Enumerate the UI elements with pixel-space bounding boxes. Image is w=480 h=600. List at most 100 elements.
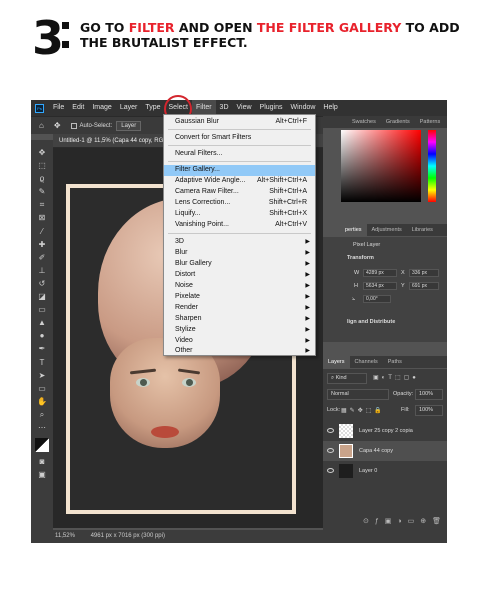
layer-actions-icons[interactable]: ⊙ƒ▣◑▭⊕🗑 [363, 517, 447, 525]
menu-item-label: Blur Gallery [175, 260, 212, 267]
lock-label: Lock: [327, 407, 341, 413]
submenu-arrow-icon: ▶ [305, 338, 310, 344]
eraser-tool-icon[interactable]: ◪ [37, 292, 47, 302]
gradient-tool-icon[interactable]: ▭ [37, 305, 47, 315]
screen-mode-icon[interactable]: ▣ [37, 470, 47, 480]
layer-filter-dropdown[interactable]: ⌕ Kind [327, 373, 367, 384]
x-field[interactable]: 336 px [409, 269, 439, 277]
width-field[interactable]: 4289 px [363, 269, 397, 277]
move-tool-icon[interactable]: ✥ [54, 121, 61, 130]
lasso-tool-icon[interactable]: ϱ [37, 174, 47, 184]
color-picker-field[interactable] [341, 130, 421, 202]
frame-tool-icon[interactable]: ⊠ [37, 213, 47, 223]
brush-tool-icon[interactable]: ✐ [37, 253, 47, 263]
menu-item-video[interactable]: Video ▶ [164, 336, 315, 347]
blend-mode-dropdown[interactable]: Normal [327, 389, 389, 400]
layer-row[interactable]: Layer 0 [323, 461, 447, 481]
menu-item-adaptive-wide-angle[interactable]: Adaptive Wide Angle... Alt+Shift+Ctrl+A [164, 176, 315, 187]
menu-item-lens-correction[interactable]: Lens Correction... Shift+Ctrl+R [164, 198, 315, 209]
menu-item-other[interactable]: Other ▶ [164, 346, 315, 357]
auto-select-dropdown[interactable]: Layer [116, 120, 142, 131]
menu-item-blur-gallery[interactable]: Blur Gallery ▶ [164, 259, 315, 270]
menu-file[interactable]: File [49, 100, 68, 116]
menu-item-label: Distort [175, 271, 196, 278]
auto-select-checkbox[interactable] [70, 122, 77, 129]
zoom-level[interactable]: 11,52% [55, 533, 75, 539]
height-label: H [354, 283, 358, 289]
dodge-tool-icon[interactable]: ● [37, 331, 47, 341]
menu-item-filter-gallery[interactable]: Filter Gallery... [164, 165, 315, 176]
lock-icons[interactable]: ▦✎✥⬚🔒 [341, 407, 385, 414]
menu-item-neural-filters[interactable]: Neural Filters... [164, 149, 315, 160]
hand-tool-icon[interactable]: ✋ [37, 397, 47, 407]
menu-item-noise[interactable]: Noise ▶ [164, 281, 315, 292]
menu-item-3d[interactable]: 3D ▶ [164, 237, 315, 248]
tab-adjustments[interactable]: Adjustments [367, 224, 407, 236]
menu-type[interactable]: Type [141, 100, 164, 116]
menu-item-blur[interactable]: Blur ▶ [164, 248, 315, 259]
transform-heading: Transform [347, 255, 374, 261]
menu-item-distort[interactable]: Distort ▶ [164, 270, 315, 281]
height-field[interactable]: 5634 px [363, 282, 397, 290]
visibility-icon[interactable] [327, 468, 334, 473]
status-bar: 11,52% 4961 px x 7016 px (300 ppi) [31, 530, 447, 543]
opacity-field[interactable]: 100% [415, 389, 443, 400]
tab-properties[interactable]: perties [323, 224, 367, 236]
menu-item-sharpen[interactable]: Sharpen ▶ [164, 314, 315, 325]
ps-logo-icon[interactable]: Ps [35, 103, 44, 113]
submenu-arrow-icon: ▶ [305, 261, 310, 267]
menu-item-pixelate[interactable]: Pixelate ▶ [164, 292, 315, 303]
menu-item-label: Video [175, 337, 193, 344]
healing-tool-icon[interactable]: ✚ [37, 240, 47, 250]
layer-row[interactable]: Layer 25 copy 2 copia [323, 421, 447, 441]
home-icon[interactable]: ⌂ [39, 121, 44, 130]
angle-field[interactable]: 0,00° [363, 295, 391, 303]
menu-image[interactable]: Image [88, 100, 115, 116]
menu-item-label: Render [175, 304, 198, 311]
menu-item-camera-raw[interactable]: Camera Raw Filter... Shift+Ctrl+A [164, 187, 315, 198]
layer-row[interactable]: Capa 44 copy [323, 441, 447, 461]
quick-select-tool-icon[interactable]: ✎ [37, 187, 47, 197]
visibility-icon[interactable] [327, 428, 334, 433]
tab-swatches[interactable]: Swatches [347, 116, 381, 128]
crop-tool-icon[interactable]: ⌗ [37, 200, 47, 210]
menu-edit[interactable]: Edit [68, 100, 88, 116]
path-select-tool-icon[interactable]: ➤ [37, 371, 47, 381]
menu-item-stylize[interactable]: Stylize ▶ [164, 325, 315, 336]
fill-field[interactable]: 100% [415, 405, 443, 416]
type-tool-icon[interactable]: T [37, 358, 47, 368]
layer-thumbnail [339, 444, 353, 458]
menu-item-liquify[interactable]: Liquify... Shift+Ctrl+X [164, 209, 315, 220]
tab-layers[interactable]: Layers [323, 356, 350, 368]
menu-item-gaussian-blur[interactable]: Gaussian Blur Alt+Ctrl+F [164, 117, 315, 128]
color-swatch-icon[interactable] [35, 438, 49, 453]
stamp-tool-icon[interactable]: ⊥ [37, 266, 47, 276]
marquee-tool-icon[interactable]: ⬚ [37, 161, 47, 171]
menu-item-render[interactable]: Render ▶ [164, 303, 315, 314]
zoom-tool-icon[interactable]: ⌕ [37, 410, 47, 420]
hue-slider[interactable] [428, 130, 436, 202]
menu-item-vanishing-point[interactable]: Vanishing Point... Alt+Ctrl+V [164, 220, 315, 231]
tab-channels[interactable]: Channels [350, 356, 383, 368]
move-tool-icon[interactable]: ✥ [37, 148, 47, 158]
quick-mask-icon[interactable]: ◙ [37, 457, 47, 467]
more-tools-icon[interactable]: ⋯ [37, 423, 47, 433]
tab-gradients[interactable]: Gradients [381, 116, 415, 128]
menu-help[interactable]: Help [319, 100, 341, 116]
tab-paths[interactable]: Paths [383, 356, 407, 368]
instruction-part-highlight: THE FILTER GALLERY [256, 20, 402, 35]
menu-layer[interactable]: Layer [116, 100, 142, 116]
eyedropper-tool-icon[interactable]: ⁄ [37, 227, 47, 237]
shape-tool-icon[interactable]: ▭ [37, 384, 47, 394]
y-field[interactable]: 691 px [409, 282, 439, 290]
menu-item-shortcut: Shift+Ctrl+R [268, 199, 307, 206]
blur-tool-icon[interactable]: ▲ [37, 318, 47, 328]
pen-tool-icon[interactable]: ✒ [37, 344, 47, 354]
tab-libraries[interactable]: Libraries [407, 224, 438, 236]
layer-filter-icons[interactable]: ▣◐T⬚▢● [373, 374, 419, 381]
tab-patterns[interactable]: Patterns [415, 116, 445, 128]
visibility-icon[interactable] [327, 448, 334, 453]
history-brush-icon[interactable]: ↺ [37, 279, 47, 289]
auto-select-label: Auto-Select: [79, 122, 113, 129]
menu-item-convert-smart-filters[interactable]: Convert for Smart Filters [164, 133, 315, 144]
